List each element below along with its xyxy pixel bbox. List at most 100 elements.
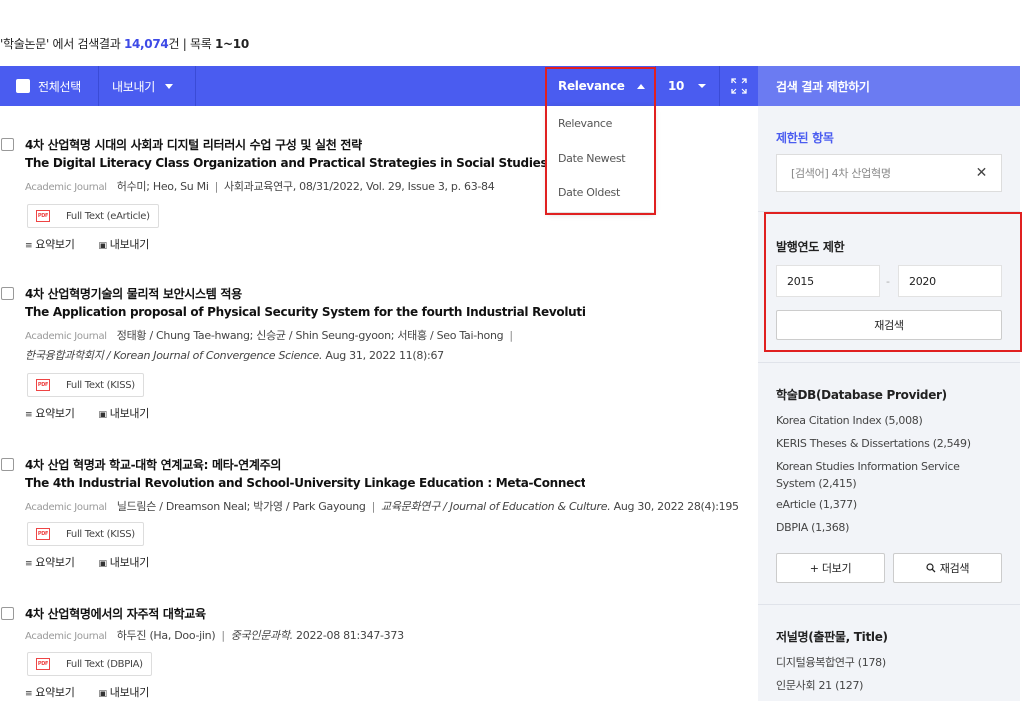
pdf-icon: PDF [36,210,50,222]
result-meta: Academic Journal 허수미; Heo, Su Mi | 사회과교육연구,… [25,180,495,193]
fulltext-button[interactable]: PDF Full Text (eArticle) [27,204,159,228]
summary-unit: 건 | 목록 [168,37,215,51]
result-title-ko[interactable]: 4차 산업혁명에서의 자주적 대학교육 [25,605,206,622]
db-item[interactable]: DBPIA (1,368) [776,517,1001,540]
summary-view-button[interactable]: ≡ 요약보기 [25,236,75,252]
db-research-button[interactable]: 재검색 [893,553,1002,583]
fulltext-label: Full Text (DBPIA) [66,658,143,670]
export-icon: ▣ [98,410,108,420]
year-dash: - [886,275,890,288]
result-title-en[interactable]: The Digital Literacy Class Organization … [25,156,545,170]
db-item[interactable]: Korea Citation Index (5,008) [776,410,1001,433]
journal-item[interactable]: 디지털융복합연구 (178) [776,652,1001,675]
result-title-ko[interactable]: 4차 산업 혁명과 학교-대학 연계교육: 메타-연계주의 [25,456,281,473]
result-issue: Aug 30, 2022 28(4):195 [610,500,739,513]
year-from-input[interactable]: 2015 [776,265,880,297]
divider [758,211,1020,212]
result-journal: 한국융합과학회지 / Korean Journal of Convergence… [25,349,323,362]
result-item: 4차 산업혁명기술의 물리적 보안시스템 적용 The Application … [0,285,740,425]
export-item-button[interactable]: ▣ 내보내기 [99,554,150,570]
summary-view-label: 요약보기 [35,407,75,420]
export-item-label: 내보내기 [109,238,150,251]
db-item[interactable]: KERIS Theses & Dissertations (2,549) [776,433,1001,456]
result-authors: 하두진 (Ha, Doo-jin) [116,629,216,642]
pdf-icon: PDF [36,658,50,670]
caret-up-icon [636,83,645,89]
divider [719,66,720,106]
more-button[interactable]: + 더보기 [776,553,885,583]
fulltext-button[interactable]: PDF Full Text (KISS) [27,373,144,397]
caret-down-icon [164,83,173,89]
journal-item[interactable]: 인문사회 21 (127) [776,675,1001,698]
db-item[interactable]: eArticle (1,377) [776,494,1001,517]
fulltext-label: Full Text (KISS) [66,379,135,391]
result-publication: 사회과교육연구, 08/31/2022, Vol. 29, Issue 3, p… [224,180,495,193]
result-issue: 2022-08 81:347-373 [292,629,404,642]
fulltext-button[interactable]: PDF Full Text (KISS) [27,522,144,546]
export-icon: ▣ [98,689,108,699]
caret-down-icon [698,84,707,88]
summary-view-label: 요약보기 [35,238,75,251]
result-title-ko[interactable]: 4차 산업혁명기술의 물리적 보안시스템 적용 [25,285,242,302]
select-all-button[interactable]: 전체선택 [16,66,81,106]
result-checkbox[interactable] [1,138,14,151]
result-title-en[interactable]: The 4th Industrial Revolution and School… [25,476,585,490]
sort-option-relevance[interactable]: Relevance [558,117,612,130]
fulltext-label: Full Text (KISS) [66,528,135,540]
result-actions: ≡ 요약보기 ▣ 내보내기 [25,554,149,570]
limited-chip-label: [검색어] 4차 산업혁명 [791,167,891,180]
summary-icon: ≡ [25,559,33,569]
limited-items-title: 제한된 항목 [776,131,834,145]
result-meta: Academic Journal 닐드림슨 / Dreamson Neal; 박가… [25,500,739,513]
result-type: Academic Journal [25,331,107,342]
summary-view-label: 요약보기 [35,556,75,569]
export-dropdown[interactable]: 내보내기 [112,66,173,106]
journal-list: 디지털융복합연구 (178) 인문사회 21 (127) [776,652,1001,697]
year-filter-title: 발행연도 제한 [776,240,845,254]
result-checkbox[interactable] [1,287,14,300]
result-item: 4차 산업혁명 시대의 사회과 디지털 리터러시 수업 구성 및 실천 전략 T… [0,136,740,256]
result-journal: 교육문화연구 / Journal of Education & Culture. [381,500,611,513]
result-checkbox[interactable] [1,458,14,471]
export-item-button[interactable]: ▣ 내보내기 [99,684,150,700]
year-to-input[interactable]: 2020 [898,265,1002,297]
summary-icon: ≡ [25,241,33,251]
db-filter-title: 학술DB(Database Provider) [776,388,947,402]
summary-text: 에서 검색결과 [48,37,124,51]
result-count: 14,074 [123,37,169,51]
result-authors: 정태황 / Chung Tae-hwang; 신승균 / Shin Seung-… [116,329,504,342]
export-item-label: 내보내기 [109,407,150,420]
close-icon[interactable]: ✕ [976,165,988,181]
db-list: Korea Citation Index (5,008) KERIS These… [776,410,1001,539]
export-item-button[interactable]: ▣ 내보내기 [99,236,150,252]
expand-button[interactable] [731,66,747,106]
sort-dropdown[interactable]: Relevance [558,66,645,106]
result-title-en[interactable]: The Application proposal of Physical Sec… [25,305,585,319]
result-title-ko[interactable]: 4차 산업혁명 시대의 사회과 디지털 리터러시 수업 구성 및 실천 전략 [25,136,362,153]
result-authors: 닐드림슨 / Dreamson Neal; 박가영 / Park Gayoung [116,500,366,513]
result-type: Academic Journal [25,631,107,642]
per-page-dropdown[interactable]: 10 [668,66,707,106]
result-type: Academic Journal [25,182,107,193]
db-item[interactable]: Korean Studies Information Service Syste… [776,455,1001,494]
result-issue: Aug 31, 2022 11(8):67 [322,349,444,362]
results-toolbar: 전체선택 내보내기 Relevance 10 [0,66,758,106]
summary-view-button[interactable]: ≡ 요약보기 [25,684,75,700]
summary-view-button[interactable]: ≡ 요약보기 [25,405,75,421]
summary-query: '학술논문' [0,37,49,51]
summary-view-button[interactable]: ≡ 요약보기 [25,554,75,570]
select-all-label: 전체선택 [38,79,81,94]
fulltext-button[interactable]: PDF Full Text (DBPIA) [27,652,152,676]
year-research-button[interactable]: 재검색 [776,310,1002,340]
export-item-button[interactable]: ▣ 내보내기 [99,405,150,421]
result-actions: ≡ 요약보기 ▣ 내보내기 [25,684,149,700]
select-all-checkbox[interactable] [16,79,30,93]
export-item-label: 내보내기 [109,556,150,569]
result-type: Academic Journal [25,502,107,513]
expand-icon [731,78,747,94]
result-meta: Academic Journal 정태황 / Chung Tae-hwang; 신… [25,329,513,342]
per-page-label: 10 [668,79,685,93]
divider [655,66,656,106]
result-checkbox[interactable] [1,607,14,620]
result-publication: 한국융합과학회지 / Korean Journal of Convergence… [25,347,444,363]
